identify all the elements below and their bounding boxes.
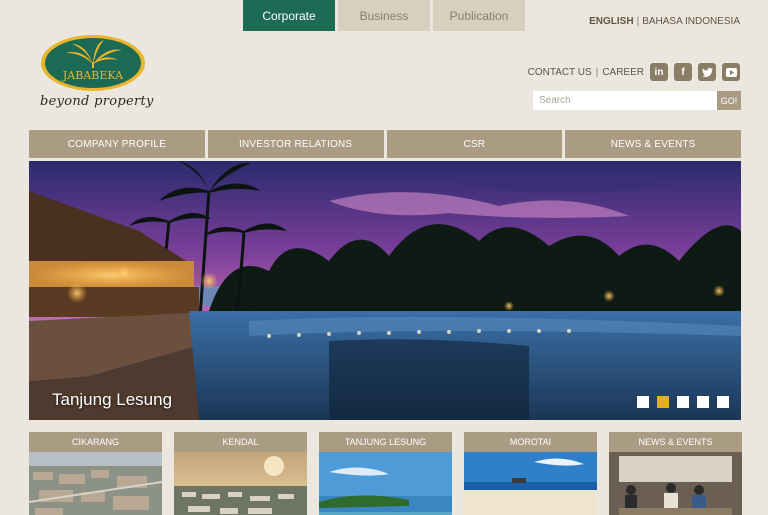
nav-company-profile[interactable]: COMPANY PROFILE [29,130,205,158]
card-image-news-events [609,452,742,515]
top-tabs: Corporate Business Publication [243,0,525,31]
utility-links: CONTACT US | CAREER in f [528,63,740,81]
card-image-cikarang [29,452,162,515]
destination-cards: CIKARANG KENDAL TANJUNG LESUNG MOROTAI N… [29,432,742,515]
search-box: GO! [533,91,741,110]
card-cikarang[interactable]: CIKARANG [29,432,162,515]
slider-dots [637,396,729,408]
career-link[interactable]: CAREER [602,67,644,78]
card-title: TANJUNG LESUNG [319,432,452,452]
card-title: NEWS & EVENTS [609,432,742,452]
hero-image [29,161,741,420]
linkedin-icon[interactable]: in [650,63,668,81]
contact-us-link[interactable]: CONTACT US [528,67,592,78]
slide-dot-3[interactable] [677,396,689,408]
language-switcher: ENGLISH | BAHASA INDONESIA [589,16,740,27]
nav-investor-relations[interactable]: INVESTOR RELATIONS [207,130,384,158]
card-morotai[interactable]: MOROTAI [464,432,597,515]
lang-bahasa[interactable]: BAHASA INDONESIA [642,16,740,27]
card-news-events[interactable]: NEWS & EVENTS [609,432,742,515]
hero-caption: Tanjung Lesung [52,390,173,409]
search-input[interactable] [533,91,717,110]
slide-dot-4[interactable] [697,396,709,408]
hero-slider[interactable]: Tanjung Lesung [29,161,741,420]
tab-corporate[interactable]: Corporate [243,0,335,31]
tab-business[interactable]: Business [338,0,430,31]
twitter-icon[interactable] [698,63,716,81]
lang-english[interactable]: ENGLISH [589,16,633,27]
search-go-button[interactable]: GO! [717,91,741,110]
card-image-morotai [464,452,597,515]
slide-dot-5[interactable] [717,396,729,408]
card-image-tanjung-lesung [319,452,452,515]
facebook-icon[interactable]: f [674,63,692,81]
utility-separator: | [595,66,599,78]
lang-separator: | [636,16,640,27]
card-kendal[interactable]: KENDAL [174,432,307,515]
slide-dot-1[interactable] [637,396,649,408]
slide-dot-2[interactable] [657,396,669,408]
youtube-icon[interactable] [722,63,740,81]
tab-publication[interactable]: Publication [433,0,525,31]
card-title: CIKARANG [29,432,162,452]
main-navigation: COMPANY PROFILE INVESTOR RELATIONS CSR N… [29,130,741,158]
logo-text: JABABEKA [62,69,124,82]
card-title: KENDAL [174,432,307,452]
brand-tagline: beyond property [40,94,154,109]
nav-news-events[interactable]: NEWS & EVENTS [565,130,741,158]
card-tanjung-lesung[interactable]: TANJUNG LESUNG [319,432,452,515]
jababeka-logo[interactable]: JABABEKA [40,34,146,92]
card-image-kendal [174,452,307,515]
nav-csr[interactable]: CSR [386,130,563,158]
social-links: in f [650,63,740,81]
card-title: MOROTAI [464,432,597,452]
